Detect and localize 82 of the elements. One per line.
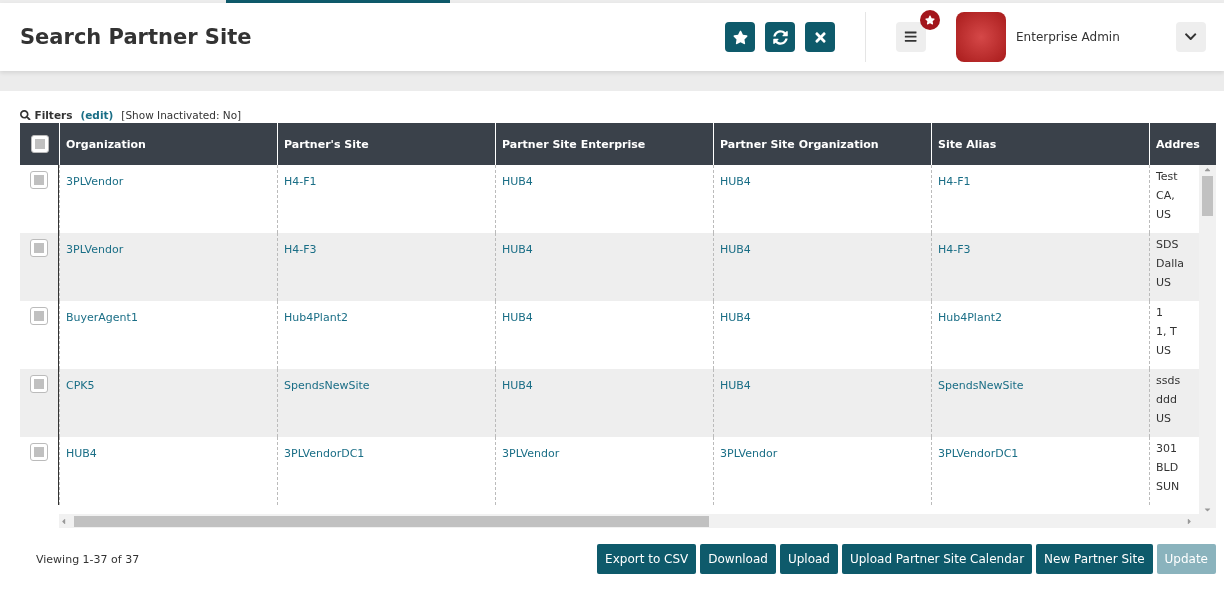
- refresh-button[interactable]: [765, 22, 795, 52]
- avatar-icon: [956, 12, 1006, 62]
- table-cell-link[interactable]: H4-F3: [284, 243, 317, 256]
- table-cell-link[interactable]: 3PLVendorDC1: [938, 447, 1019, 460]
- table-cell-link[interactable]: BuyerAgent1: [66, 311, 138, 324]
- page-title: Search Partner Site: [20, 25, 253, 49]
- address-line: US: [1156, 207, 1173, 222]
- address-line: 301: [1156, 441, 1178, 456]
- address-line: 1: [1156, 305, 1164, 320]
- table-cell-link[interactable]: 3PLVendor: [66, 243, 124, 256]
- table-cell-link[interactable]: SpendsNewSite: [938, 379, 1024, 392]
- table-cell-link[interactable]: HUB4: [66, 447, 97, 460]
- scroll-thumb[interactable]: [1202, 176, 1213, 216]
- table-cell-link[interactable]: HUB4: [502, 175, 533, 188]
- table-cell-link[interactable]: HUB4: [720, 379, 751, 392]
- row-checkbox[interactable]: [30, 239, 48, 257]
- address-line: SDS: [1156, 237, 1180, 252]
- table-cell-link[interactable]: Hub4Plant2: [938, 311, 1002, 324]
- row-checkbox[interactable]: [30, 171, 48, 189]
- column-header[interactable]: Site Alias: [938, 137, 997, 151]
- star-button[interactable]: [725, 22, 755, 52]
- menu-icon: [904, 30, 918, 44]
- column-header[interactable]: Partner Site Enterprise: [502, 137, 646, 151]
- filters-label: Filters: [34, 109, 73, 121]
- table-cell-link[interactable]: CPK5: [66, 379, 95, 392]
- column-header[interactable]: Partner's Site: [284, 137, 369, 151]
- address-line: SUN: [1156, 479, 1181, 494]
- address-line: US: [1156, 343, 1173, 358]
- table-cell-link[interactable]: 3PLVendor: [66, 175, 124, 188]
- user-role: Enterprise Admin: [1016, 30, 1121, 44]
- scroll-thumb[interactable]: [74, 515, 709, 527]
- table-cell-link[interactable]: SpendsNewSite: [284, 379, 370, 392]
- row-checkbox[interactable]: [30, 443, 48, 461]
- filter-summary: [Show Inactivated: No]: [121, 109, 242, 121]
- scroll-left-icon[interactable]: [59, 516, 68, 526]
- address-line: CA,: [1156, 188, 1176, 203]
- row-checkbox[interactable]: [30, 307, 48, 325]
- address-line: ssds: [1156, 373, 1182, 388]
- star-icon: [732, 29, 748, 45]
- address-line: Dalla: [1156, 256, 1186, 271]
- scroll-right-icon[interactable]: [1185, 516, 1194, 526]
- address-line: ddd: [1156, 392, 1178, 407]
- close-button[interactable]: [805, 22, 835, 52]
- address-line: US: [1156, 275, 1173, 290]
- table-cell-link[interactable]: 3PLVendor: [502, 447, 560, 460]
- table-cell-link[interactable]: H4-F3: [938, 243, 971, 256]
- action-button[interactable]: Download: [700, 544, 776, 574]
- action-button[interactable]: Upload Partner Site Calendar: [841, 544, 1033, 574]
- action-button[interactable]: Upload: [779, 544, 838, 574]
- column-header[interactable]: Addres: [1156, 137, 1200, 151]
- user-dropdown-button[interactable]: [1176, 22, 1206, 52]
- address-line: 1, T: [1156, 324, 1178, 339]
- action-button[interactable]: New Partner Site: [1036, 544, 1153, 574]
- table-cell-link[interactable]: HUB4: [720, 311, 751, 324]
- table-cell-link[interactable]: HUB4: [502, 243, 533, 256]
- horizontal-scrollbar[interactable]: [59, 514, 1216, 528]
- table-cell-link[interactable]: 3PLVendorDC1: [284, 447, 365, 460]
- row-checkbox[interactable]: [30, 375, 48, 393]
- address-line: US: [1156, 411, 1173, 426]
- vertical-scrollbar[interactable]: [1199, 165, 1216, 514]
- scroll-down-icon[interactable]: [1203, 505, 1212, 514]
- column-header[interactable]: Partner Site Organization: [720, 137, 879, 151]
- table-cell-link[interactable]: HUB4: [720, 175, 751, 188]
- scroll-up-icon[interactable]: [1203, 165, 1212, 174]
- table-cell-link[interactable]: Hub4Plant2: [284, 311, 348, 324]
- table-cell-link[interactable]: HUB4: [720, 243, 751, 256]
- star-badge-icon: [920, 10, 940, 30]
- address-line: BLD: [1156, 460, 1180, 475]
- select-all-checkbox[interactable]: [30, 135, 49, 153]
- table-cell-link[interactable]: HUB4: [502, 379, 533, 392]
- menu-button[interactable]: [896, 22, 926, 52]
- edit-filters-link[interactable]: (edit): [80, 109, 114, 121]
- table-cell-link[interactable]: H4-F1: [938, 175, 971, 188]
- refresh-icon: [772, 29, 788, 45]
- action-button[interactable]: Export to CSV: [597, 544, 697, 574]
- viewing-count: Viewing 1-37 of 37: [35, 552, 141, 566]
- table-cell-link[interactable]: 3PLVendor: [720, 447, 778, 460]
- table-cell-link[interactable]: HUB4: [502, 311, 533, 324]
- column-header[interactable]: Organization: [66, 137, 146, 151]
- address-line: Test: [1156, 169, 1179, 184]
- table-cell-link[interactable]: H4-F1: [284, 175, 317, 188]
- search-icon: [20, 109, 31, 121]
